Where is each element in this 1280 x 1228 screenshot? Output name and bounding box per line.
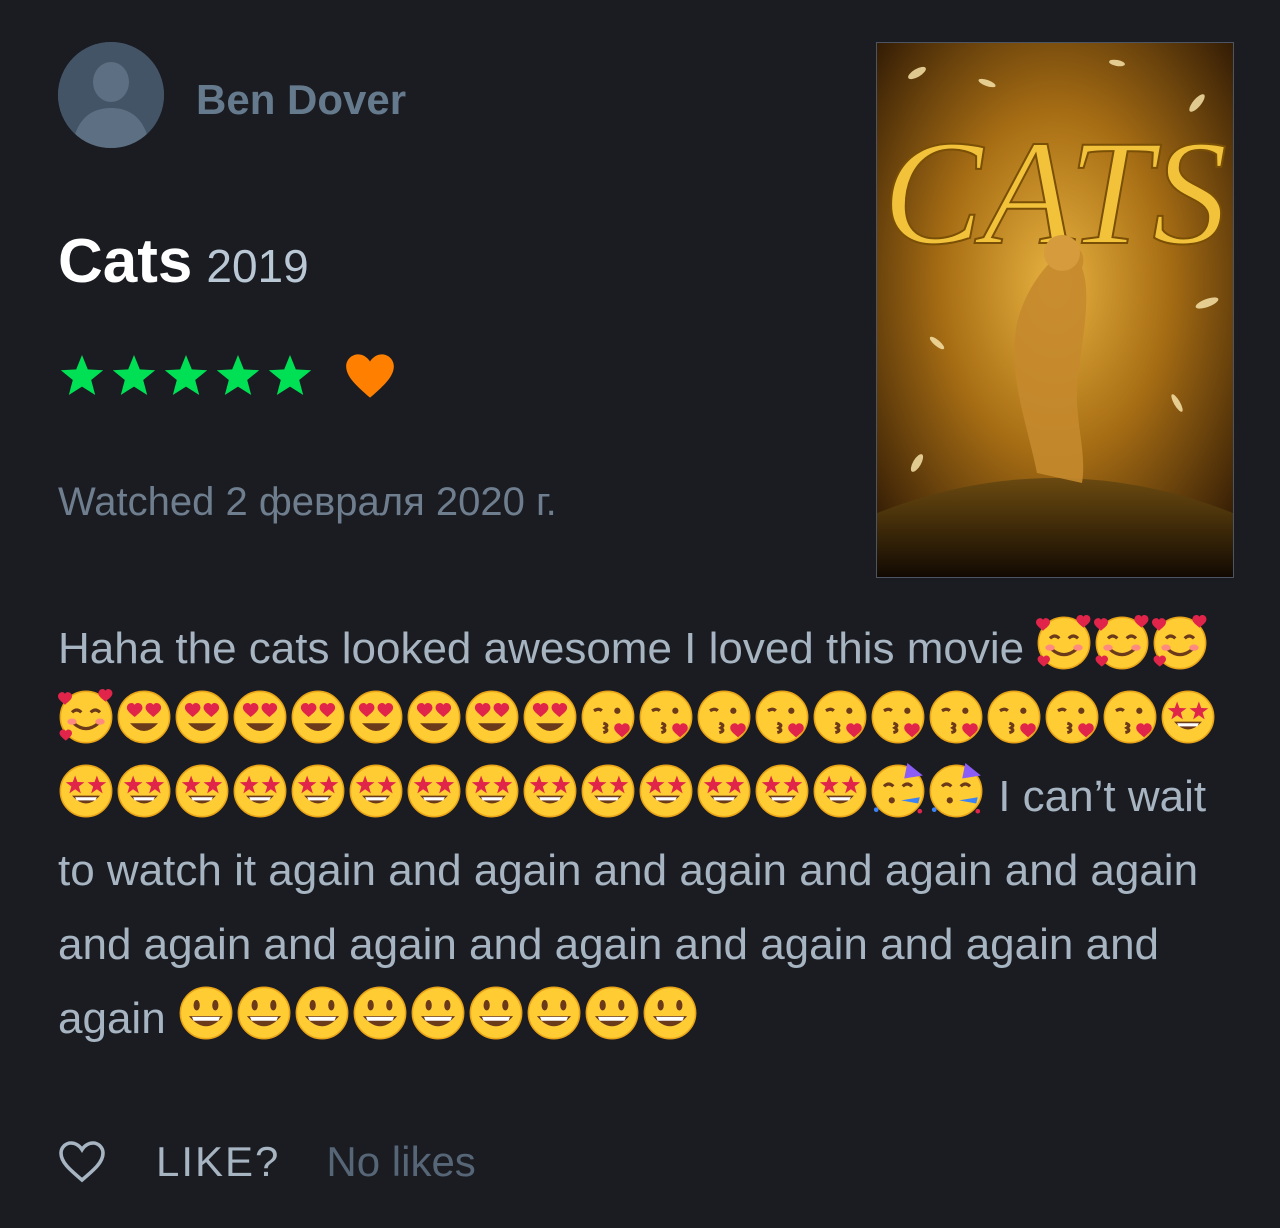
face-blowing-kiss-emoji-icon <box>1044 689 1100 745</box>
star-rating <box>58 353 314 399</box>
star-icon <box>60 355 104 395</box>
film-poster[interactable]: CATS <box>876 42 1234 578</box>
star-icon <box>164 355 208 395</box>
star-icon <box>112 355 156 395</box>
face-blowing-kiss-emoji-icon <box>812 689 868 745</box>
avatar[interactable] <box>58 42 164 148</box>
face-blowing-kiss-emoji-icon <box>986 689 1042 745</box>
heart-eyes-emoji-icon <box>290 689 346 745</box>
film-title-row: Cats 2019 <box>58 222 309 318</box>
smiling-face-with-hearts-emoji-icon <box>58 689 114 745</box>
face-blowing-kiss-emoji-icon <box>638 689 694 745</box>
star-struck-emoji-icon <box>580 763 636 819</box>
default-avatar-icon <box>58 42 164 148</box>
rating-row <box>58 346 396 406</box>
liked-heart-icon <box>346 354 394 398</box>
partying-face-emoji-icon <box>928 763 984 819</box>
review-text: Haha the cats looked awesome I loved thi… <box>58 624 1037 673</box>
smiling-face-with-hearts-emoji-icon <box>1152 615 1208 671</box>
heart-eyes-emoji-icon <box>464 689 520 745</box>
star-icon <box>216 355 260 395</box>
grinning-face-emoji-icon <box>352 985 408 1041</box>
heart-eyes-emoji-icon <box>116 689 172 745</box>
star-struck-emoji-icon <box>754 763 810 819</box>
smiling-face-with-hearts-emoji-icon <box>1036 615 1092 671</box>
heart-eyes-emoji-icon <box>348 689 404 745</box>
grinning-face-emoji-icon <box>236 985 292 1041</box>
face-blowing-kiss-emoji-icon <box>696 689 752 745</box>
star-struck-emoji-icon <box>58 763 114 819</box>
star-struck-emoji-icon <box>116 763 172 819</box>
grinning-face-emoji-icon <box>410 985 466 1041</box>
heart-eyes-emoji-icon <box>522 689 578 745</box>
heart-eyes-emoji-icon <box>232 689 288 745</box>
heart-eyes-emoji-icon <box>406 689 462 745</box>
likes-count: No likes <box>326 1138 476 1185</box>
like-footer: LIKE? No likes <box>58 1130 476 1194</box>
heart-eyes-emoji-icon <box>174 689 230 745</box>
face-blowing-kiss-emoji-icon <box>580 689 636 745</box>
star-struck-emoji-icon <box>290 763 346 819</box>
face-blowing-kiss-emoji-icon <box>754 689 810 745</box>
grinning-face-emoji-icon <box>468 985 524 1041</box>
grinning-face-emoji-icon <box>178 985 234 1041</box>
star-struck-emoji-icon <box>812 763 868 819</box>
star-struck-emoji-icon <box>522 763 578 819</box>
grinning-face-emoji-icon <box>526 985 582 1041</box>
like-heart-icon[interactable] <box>58 1140 106 1184</box>
smiling-face-with-hearts-emoji-icon <box>1094 615 1150 671</box>
face-blowing-kiss-emoji-icon <box>870 689 926 745</box>
star-struck-emoji-icon <box>464 763 520 819</box>
star-struck-emoji-icon <box>174 763 230 819</box>
star-icon <box>268 355 312 395</box>
film-title[interactable]: Cats <box>58 227 192 296</box>
star-struck-emoji-icon <box>348 763 404 819</box>
film-year[interactable]: 2019 <box>206 240 308 292</box>
watched-date: Watched 2 февраля 2020 г. <box>58 480 557 524</box>
star-struck-emoji-icon <box>696 763 752 819</box>
like-button-label[interactable]: LIKE? <box>156 1138 280 1186</box>
face-blowing-kiss-emoji-icon <box>928 689 984 745</box>
partying-face-emoji-icon <box>870 763 926 819</box>
star-struck-emoji-icon <box>232 763 288 819</box>
face-blowing-kiss-emoji-icon <box>1102 689 1158 745</box>
star-struck-emoji-icon <box>406 763 462 819</box>
grinning-face-emoji-icon <box>294 985 350 1041</box>
grinning-face-emoji-icon <box>642 985 698 1041</box>
review-body: Haha the cats looked awesome I loved thi… <box>58 612 1224 1056</box>
grinning-face-emoji-icon <box>584 985 640 1041</box>
star-struck-emoji-icon <box>638 763 694 819</box>
username[interactable]: Ben Dover <box>196 74 406 126</box>
star-struck-emoji-icon <box>1160 689 1216 745</box>
